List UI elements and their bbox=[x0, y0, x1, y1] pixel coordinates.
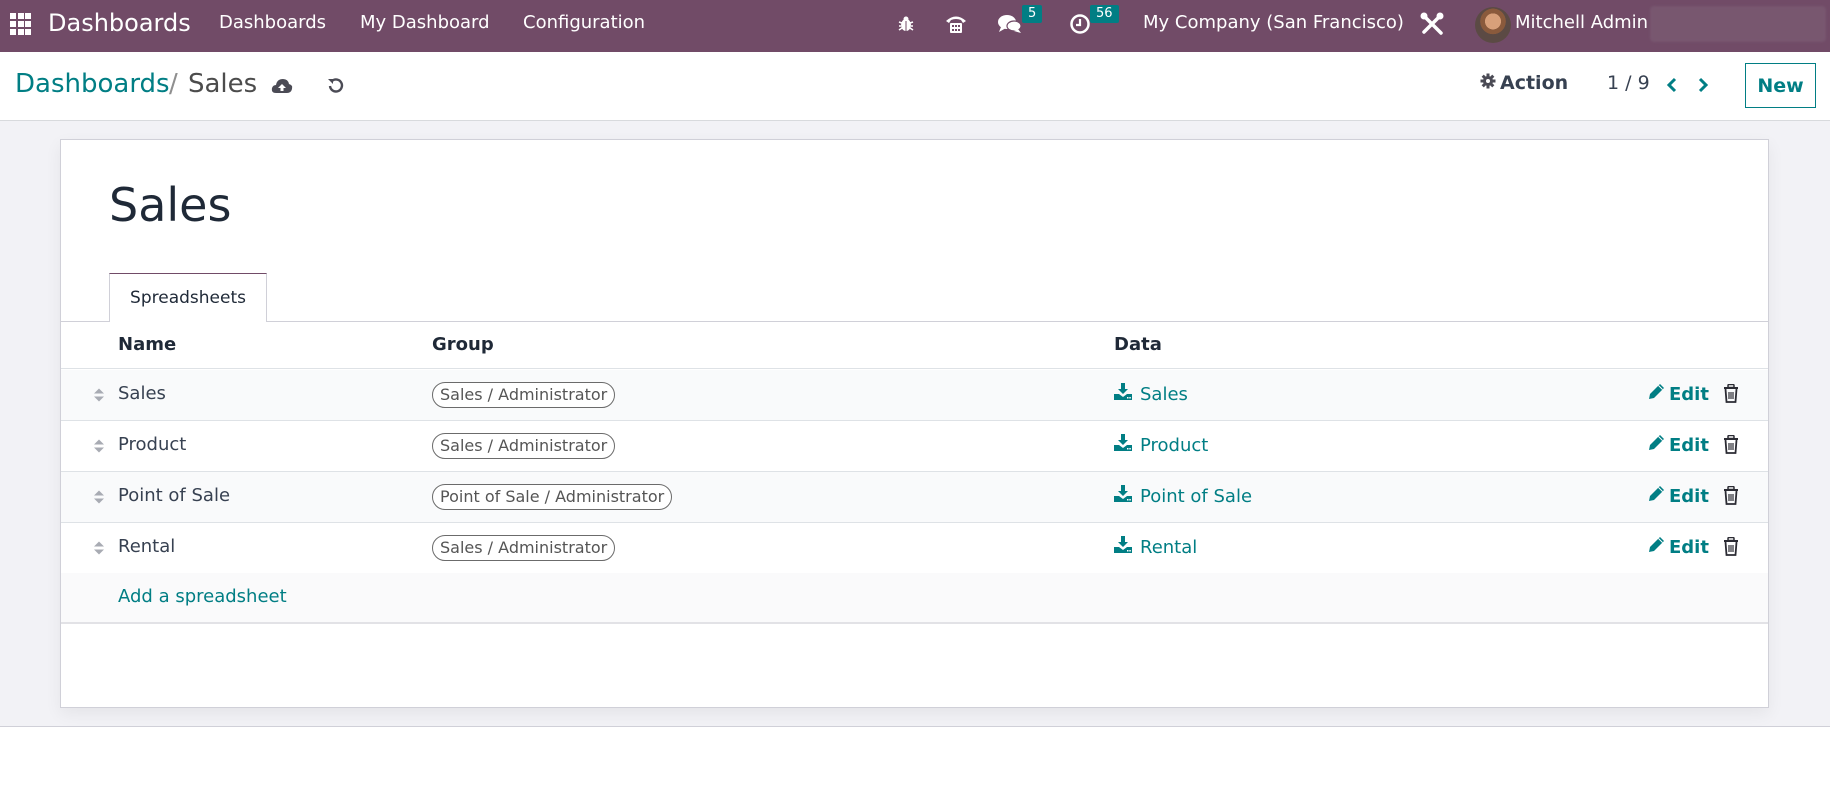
edit-label: Edit bbox=[1669, 434, 1709, 456]
download-icon bbox=[1114, 536, 1132, 558]
drag-handle-icon[interactable] bbox=[93, 489, 105, 505]
data-download-link[interactable]: Rental bbox=[1114, 536, 1197, 558]
save-cloud-icon[interactable] bbox=[270, 74, 294, 98]
pencil-icon bbox=[1648, 434, 1665, 456]
edit-button[interactable]: Edit bbox=[1648, 434, 1709, 456]
breadcrumb-parent[interactable]: Dashboards bbox=[15, 69, 170, 99]
column-header-data[interactable]: Data bbox=[1114, 334, 1162, 355]
tools-icon[interactable] bbox=[1418, 10, 1446, 38]
data-download-link[interactable]: Product bbox=[1114, 434, 1208, 456]
menu-configuration[interactable]: Configuration bbox=[523, 12, 645, 33]
table-row[interactable]: Product Sales / Administrator Product Ed… bbox=[61, 421, 1768, 472]
table-header: Name Group Data bbox=[61, 322, 1768, 369]
download-icon bbox=[1114, 383, 1132, 405]
column-header-name[interactable]: Name bbox=[118, 334, 176, 355]
group-tag[interactable]: Point of Sale / Administrator bbox=[432, 484, 673, 510]
download-icon bbox=[1114, 434, 1132, 456]
form-sheet: Sales Spreadsheets Name Group Data Sales… bbox=[60, 139, 1769, 708]
trash-icon[interactable] bbox=[1723, 485, 1741, 506]
pager-next-icon[interactable] bbox=[1692, 72, 1714, 98]
discard-undo-icon[interactable] bbox=[324, 74, 348, 98]
top-navbar: Dashboards Dashboards My Dashboard Confi… bbox=[0, 0, 1830, 52]
column-header-group[interactable]: Group bbox=[432, 334, 494, 355]
data-label: Product bbox=[1140, 434, 1209, 456]
app-name[interactable]: Dashboards bbox=[48, 9, 191, 37]
add-line-row: Add a spreadsheet bbox=[61, 573, 1768, 624]
drag-handle-icon[interactable] bbox=[93, 438, 105, 454]
data-download-link[interactable]: Sales bbox=[1114, 383, 1188, 405]
download-icon bbox=[1114, 485, 1132, 507]
breadcrumb-current: Sales bbox=[188, 69, 258, 99]
edit-button[interactable]: Edit bbox=[1648, 536, 1709, 558]
edit-label: Edit bbox=[1669, 485, 1709, 507]
drag-handle-icon[interactable] bbox=[93, 540, 105, 556]
gear-icon bbox=[1480, 72, 1496, 94]
trash-icon[interactable] bbox=[1723, 383, 1741, 404]
row-name[interactable]: Product bbox=[118, 434, 186, 455]
activities-badge: 56 bbox=[1090, 5, 1119, 23]
trash-icon[interactable] bbox=[1723, 536, 1741, 557]
control-panel: Dashboards / Sales Action 1 / 9 bbox=[0, 52, 1830, 121]
company-switcher[interactable]: My Company (San Francisco) bbox=[1143, 12, 1404, 33]
edit-label: Edit bbox=[1669, 536, 1709, 558]
drag-handle-icon[interactable] bbox=[93, 387, 105, 403]
menu-dashboards[interactable]: Dashboards bbox=[219, 12, 326, 33]
data-label: Sales bbox=[1140, 383, 1188, 405]
chat-icon[interactable] bbox=[996, 10, 1024, 38]
group-tag[interactable]: Sales / Administrator bbox=[432, 535, 616, 561]
table-row[interactable]: Rental Sales / Administrator Rental Edit bbox=[61, 523, 1768, 574]
pencil-icon bbox=[1648, 383, 1665, 405]
menu-my-dashboard[interactable]: My Dashboard bbox=[360, 12, 490, 33]
user-avatar[interactable] bbox=[1475, 7, 1511, 43]
pencil-icon bbox=[1648, 485, 1665, 507]
data-download-link[interactable]: Point of Sale bbox=[1114, 485, 1252, 507]
phone-icon[interactable] bbox=[942, 10, 970, 38]
messages-badge: 5 bbox=[1022, 5, 1043, 23]
pager-value[interactable]: 1 / 9 bbox=[1607, 72, 1650, 94]
edit-button[interactable]: Edit bbox=[1648, 485, 1709, 507]
data-label: Rental bbox=[1140, 536, 1198, 558]
pencil-icon bbox=[1648, 536, 1665, 558]
action-menu-button[interactable]: Action bbox=[1480, 72, 1568, 94]
edit-label: Edit bbox=[1669, 383, 1709, 405]
row-name[interactable]: Sales bbox=[118, 383, 166, 404]
action-label: Action bbox=[1500, 72, 1569, 94]
record-title[interactable]: Sales bbox=[109, 178, 231, 232]
user-menu[interactable]: Mitchell Admin bbox=[1515, 12, 1648, 33]
bug-icon[interactable] bbox=[892, 10, 920, 38]
breadcrumb-separator: / bbox=[169, 69, 178, 99]
table-row[interactable]: Point of Sale Point of Sale / Administra… bbox=[61, 472, 1768, 523]
trash-icon[interactable] bbox=[1723, 434, 1741, 455]
group-tag[interactable]: Sales / Administrator bbox=[432, 382, 616, 408]
edit-button[interactable]: Edit bbox=[1648, 383, 1709, 405]
redacted-area bbox=[1650, 6, 1826, 42]
table-row[interactable]: Sales Sales / Administrator Sales Edit bbox=[61, 370, 1768, 421]
tab-spreadsheets[interactable]: Spreadsheets bbox=[109, 273, 267, 322]
data-label: Point of Sale bbox=[1140, 485, 1253, 507]
row-name[interactable]: Rental bbox=[118, 536, 175, 557]
add-spreadsheet-link[interactable]: Add a spreadsheet bbox=[118, 586, 287, 607]
new-button[interactable]: New bbox=[1745, 63, 1816, 108]
group-tag[interactable]: Sales / Administrator bbox=[432, 433, 616, 459]
pager-previous-icon[interactable] bbox=[1661, 72, 1683, 98]
row-name[interactable]: Point of Sale bbox=[118, 485, 230, 506]
apps-menu-icon[interactable] bbox=[10, 13, 32, 35]
